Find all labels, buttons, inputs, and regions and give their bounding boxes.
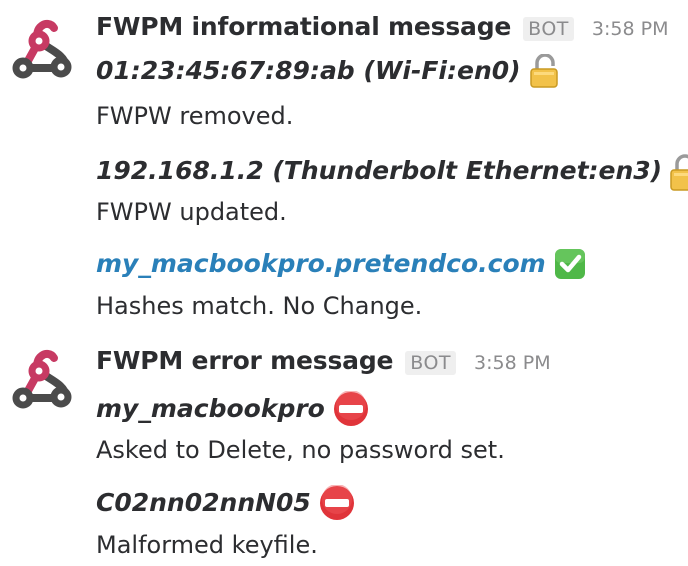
message-item-body: Hashes match. No Change. <box>96 292 423 320</box>
message-item-title: my_macbookpro.pretendco.com <box>96 248 586 280</box>
bot-badge: BOT <box>523 17 574 41</box>
message-group-error: FWPM error message BOT 3:58 PM my_macboo… <box>0 330 688 566</box>
item-title-text: 01:23:45:67:89:ab (Wi-Fi:en0) <box>96 56 521 85</box>
webhook-icon[interactable] <box>6 340 76 410</box>
no-entry-icon <box>333 391 368 426</box>
check-mark-button-icon <box>554 249 585 279</box>
message-group-informational: FWPM informational message BOT 3:58 PM 0… <box>0 0 688 330</box>
item-title-text: 192.168.1.2 (Thunderbolt Ethernet:en3) <box>96 156 663 185</box>
sender-name[interactable]: FWPM error message <box>96 346 393 375</box>
timestamp[interactable]: 3:58 PM <box>592 18 669 40</box>
message-item-title: 01:23:45:67:89:ab (Wi-Fi:en0) <box>96 54 559 88</box>
item-title-text: my_macbookpro <box>96 394 325 423</box>
locked-padlock-with-key-icon <box>670 154 688 191</box>
message-item-body: FWPW removed. <box>96 102 294 130</box>
no-entry-icon <box>319 485 354 520</box>
message-item-body: Malformed keyfile. <box>96 531 318 559</box>
unlocked-padlock-icon <box>529 54 558 88</box>
message-header: FWPM error message BOT 3:58 PM <box>96 346 551 375</box>
item-title-text: C02nn02nnN05 <box>96 488 311 517</box>
bot-badge: BOT <box>405 351 457 375</box>
timestamp[interactable]: 3:58 PM <box>474 352 551 374</box>
message-item-title: 192.168.1.2 (Thunderbolt Ethernet:en3) <box>96 151 688 191</box>
sender-name[interactable]: FWPM informational message <box>96 12 511 41</box>
webhook-icon[interactable] <box>6 10 76 80</box>
hostname-link[interactable]: my_macbookpro.pretendco.com <box>96 248 546 280</box>
message-item-title: C02nn02nnN05 <box>96 485 355 521</box>
message-item-body: FWPW updated. <box>96 198 287 226</box>
message-header: FWPM informational message BOT 3:58 PM <box>96 12 668 41</box>
message-item-body: Asked to Delete, no password set. <box>96 436 505 464</box>
message-item-title: my_macbookpro <box>96 391 369 427</box>
